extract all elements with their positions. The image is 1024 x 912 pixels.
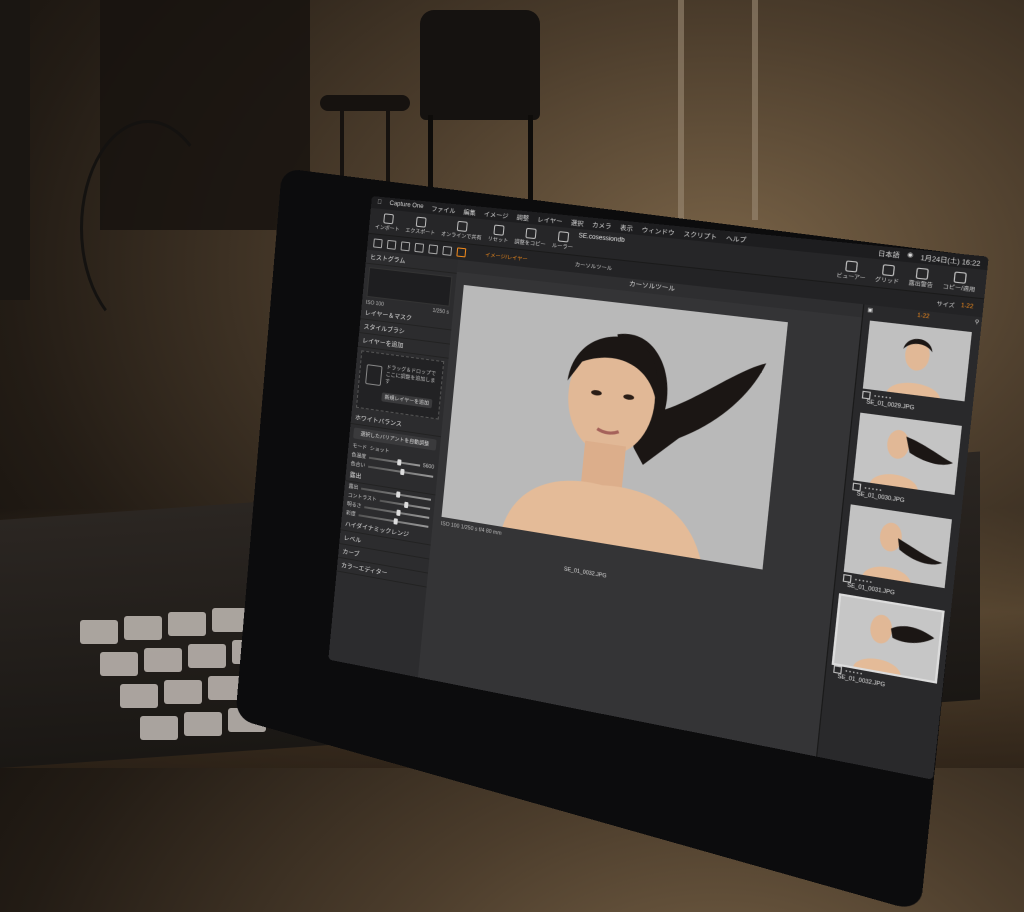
import-icon [382, 212, 394, 224]
export-icon [415, 216, 427, 228]
undo-icon [493, 224, 505, 236]
photo-filename: SE_01_0032.JPG [563, 566, 607, 580]
menu-image[interactable]: イメージ [484, 209, 509, 221]
thumbnail[interactable] [843, 504, 952, 589]
import-button[interactable]: インポート [375, 212, 401, 233]
warning-icon [915, 266, 929, 280]
slider-knob[interactable] [392, 517, 398, 525]
menu-view[interactable]: 表示 [620, 222, 634, 233]
menu-layer[interactable]: レイヤー [537, 214, 563, 226]
layers-drop-zone[interactable]: ドラッグ＆ドロップでここに調整を追加します 新規レイヤーを追加 [355, 350, 445, 420]
thumbnail[interactable] [853, 412, 962, 495]
thumbnail-image [843, 504, 952, 589]
image-layer-toggle[interactable]: イメージ/レイヤー [485, 251, 528, 263]
copy-apply-icon [953, 270, 967, 284]
viewer-icon [845, 259, 859, 273]
ruler-button[interactable]: ルーラー [552, 230, 575, 251]
drop-hint: ドラッグ＆ドロップでここに調整を追加します [384, 364, 437, 386]
cursor-tool-label: カーソルツール [574, 261, 613, 272]
grid-icon [881, 263, 895, 276]
slider-knob[interactable] [400, 468, 405, 475]
menu-help[interactable]: ヘルプ [725, 233, 746, 244]
layers-illustration-icon [365, 364, 383, 387]
menu-edit[interactable]: 編集 [463, 207, 476, 217]
copy-adjust-button[interactable]: 調整をコピー [514, 226, 547, 248]
slider-knob[interactable] [395, 490, 401, 498]
input-source[interactable]: 日本語 [878, 248, 901, 260]
grid-button[interactable]: グリッド [875, 263, 901, 285]
background-pole [678, 0, 684, 240]
thumbnail[interactable] [862, 320, 972, 402]
ruler-icon [557, 230, 570, 243]
menu-select[interactable]: 選択 [570, 217, 584, 228]
slider-knob[interactable] [396, 458, 402, 466]
online-share-button[interactable]: オンラインで共有 [441, 219, 483, 241]
color-tab-icon[interactable] [414, 242, 425, 253]
background-tripod [0, 0, 30, 300]
background-cable [80, 120, 216, 336]
lens-tab-icon[interactable] [400, 240, 411, 251]
thumbnail-image [853, 412, 962, 495]
image-count: 1-22 [960, 302, 974, 311]
apple-icon[interactable]:  [377, 200, 382, 206]
slider-knob[interactable] [396, 509, 401, 516]
copy-apply-button[interactable]: コピー/適用 [942, 270, 977, 293]
background-chair [410, 10, 560, 205]
thumbnail-image [862, 320, 972, 402]
menu-app[interactable]: Capture One [389, 201, 424, 210]
browser-view-icon[interactable]: ▣ [867, 307, 873, 314]
capture-tab-icon[interactable] [386, 239, 397, 250]
share-icon [456, 220, 468, 232]
browser-search-icon[interactable]: ⚲ [974, 319, 979, 326]
menu-adjust[interactable]: 調整 [516, 212, 529, 222]
style-tab-icon[interactable] [442, 245, 453, 256]
adjust-tab-icon[interactable] [456, 246, 467, 257]
exposure-warning-button[interactable]: 露出警告 [908, 266, 934, 289]
export-button[interactable]: エクスポート [405, 215, 436, 236]
wifi-icon[interactable]: ◉ [907, 250, 914, 261]
library-tab-icon[interactable] [373, 237, 383, 248]
slider-knob[interactable] [404, 501, 410, 508]
session-filename: SE.cosessiondb [578, 233, 625, 245]
menu-camera[interactable]: カメラ [592, 219, 612, 230]
browser-count: 1-22 [916, 312, 930, 321]
main-photo[interactable] [441, 284, 788, 570]
new-layer-button[interactable]: 新規レイヤーを追加 [381, 392, 433, 409]
menu-file[interactable]: ファイル [431, 203, 456, 214]
copy-icon [525, 227, 537, 239]
portrait-image [441, 284, 788, 570]
background-pole [752, 0, 758, 220]
viewer-button[interactable]: ビューアー [836, 259, 867, 282]
thumbnail-size-label: サイズ [936, 300, 956, 310]
exposure-tab-icon[interactable] [428, 243, 439, 254]
reset-button[interactable]: リセット [487, 223, 509, 244]
image-viewer[interactable]: カーソルツール ISO 100 1/250 s f/4 80 mm SE_01_… [417, 259, 864, 757]
